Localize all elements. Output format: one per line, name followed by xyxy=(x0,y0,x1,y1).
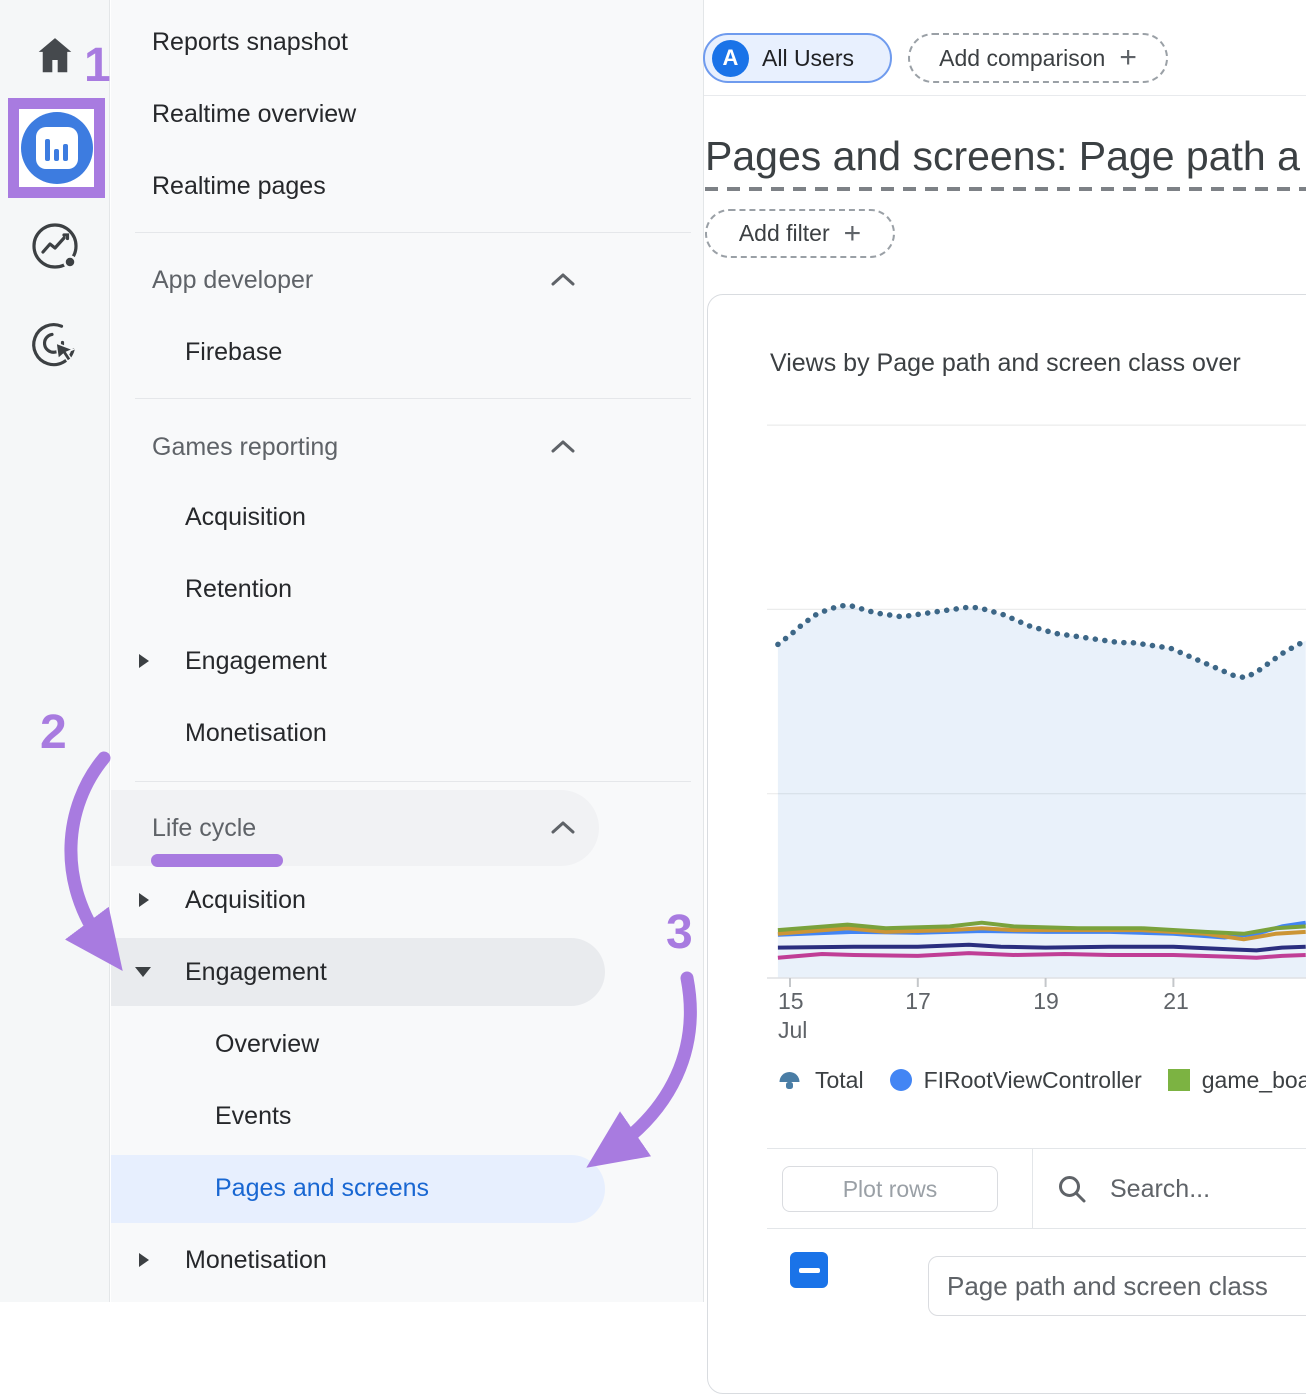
legend-item-total[interactable]: Total xyxy=(776,1067,864,1094)
x-tick-15: 15 Jul xyxy=(778,988,807,1044)
chevron-up-icon[interactable] xyxy=(548,437,578,457)
sidebar-item-lifecycle-acquisition[interactable]: Acquisition xyxy=(111,864,703,936)
select-all-checkbox-indeterminate[interactable] xyxy=(790,1252,828,1288)
sidebar-item-engagement-overview[interactable]: Overview xyxy=(111,1008,703,1080)
sidebar-item-pages-and-screens[interactable]: Pages and screens xyxy=(111,1152,703,1224)
step-3-label: 3 xyxy=(666,905,693,960)
sidebar-item-lifecycle-engagement[interactable]: Engagement xyxy=(111,936,703,1008)
x-tick-21: 21 xyxy=(1161,988,1191,1015)
sidebar-section-app-developer[interactable]: App developer xyxy=(111,244,703,316)
table-search-input[interactable]: Search... xyxy=(1056,1160,1306,1218)
segment-avatar: A xyxy=(712,40,749,77)
legend-item-game-board[interactable]: game_boa xyxy=(1168,1067,1306,1094)
search-placeholder: Search... xyxy=(1110,1175,1210,1204)
toolbar-bottom-border xyxy=(767,1228,1306,1229)
reports-icon[interactable] xyxy=(21,112,93,184)
toolbar-vertical-divider xyxy=(1032,1148,1033,1228)
sidebar-item-realtime-pages[interactable]: Realtime pages xyxy=(111,150,703,222)
expand-right-icon[interactable] xyxy=(137,1251,151,1269)
chart-legend: Total FIRootViewController game_boa xyxy=(776,1063,1306,1097)
toolbar-top-border xyxy=(767,1148,1306,1149)
sidebar-item-lifecycle-monetisation[interactable]: Monetisation xyxy=(111,1224,703,1296)
home-icon xyxy=(32,32,78,78)
advertising-nav-button[interactable] xyxy=(0,317,110,371)
nav-rail xyxy=(0,0,110,1302)
reports-sidebar: Reports snapshot Realtime overview Realt… xyxy=(111,0,704,1302)
add-filter-button[interactable]: Add filter + xyxy=(705,209,895,258)
green-square-swatch xyxy=(1168,1069,1190,1091)
search-icon xyxy=(1056,1173,1088,1205)
header-divider xyxy=(704,95,1306,96)
step-1-label: 1 xyxy=(84,38,111,93)
indeterminate-dash-icon xyxy=(799,1268,820,1273)
step-2-label: 2 xyxy=(40,705,67,760)
all-users-segment-chip[interactable]: A All Users xyxy=(703,33,892,83)
total-area-fill xyxy=(778,606,1306,978)
views-over-time-chart[interactable] xyxy=(707,410,1306,1010)
explore-nav-button[interactable] xyxy=(0,221,110,273)
add-comparison-button[interactable]: Add comparison + xyxy=(908,33,1168,83)
x-tick-17: 17 xyxy=(903,988,933,1015)
collapse-down-icon[interactable] xyxy=(133,965,153,979)
sidebar-divider xyxy=(135,398,691,399)
sidebar-item-realtime-overview[interactable]: Realtime overview xyxy=(111,78,703,150)
dimension-header-select[interactable]: Page path and screen class xyxy=(928,1256,1306,1316)
advertising-icon xyxy=(28,317,82,371)
plus-icon: + xyxy=(1119,43,1137,73)
sidebar-item-games-monetisation[interactable]: Monetisation xyxy=(111,697,703,769)
sidebar-divider xyxy=(135,232,691,233)
x-tick-19: 19 xyxy=(1031,988,1061,1015)
reports-nav-highlight-box[interactable] xyxy=(8,98,105,198)
expand-right-icon[interactable] xyxy=(137,891,151,909)
page-title: Pages and screens: Page path a xyxy=(705,133,1306,185)
sidebar-item-games-retention[interactable]: Retention xyxy=(111,553,703,625)
sidebar-item-games-engagement[interactable]: Engagement xyxy=(111,625,703,697)
plot-rows-button[interactable]: Plot rows xyxy=(782,1166,998,1212)
bar-chart-icon xyxy=(36,127,78,169)
chevron-up-icon[interactable] xyxy=(548,818,578,838)
sidebar-divider xyxy=(135,781,691,782)
sidebar-item-games-acquisition[interactable]: Acquisition xyxy=(111,481,703,553)
plus-icon: + xyxy=(844,219,862,249)
blue-circle-swatch xyxy=(890,1069,912,1091)
sidebar-section-games-reporting[interactable]: Games reporting xyxy=(111,411,703,483)
title-dashed-underline xyxy=(705,187,1306,191)
sidebar-section-life-cycle[interactable]: Life cycle xyxy=(111,792,703,864)
explore-icon xyxy=(29,221,81,273)
sidebar-item-firebase[interactable]: Firebase xyxy=(111,316,703,388)
total-fan-icon xyxy=(776,1067,803,1094)
legend-item-firootviewcontroller[interactable]: FIRootViewController xyxy=(890,1067,1142,1094)
sidebar-item-engagement-events[interactable]: Events xyxy=(111,1080,703,1152)
sidebar-item-reports-snapshot[interactable]: Reports snapshot xyxy=(111,6,703,78)
chart-title: Views by Page path and screen class over xyxy=(770,349,1306,378)
chevron-up-icon[interactable] xyxy=(548,270,578,290)
expand-right-icon[interactable] xyxy=(137,652,151,670)
